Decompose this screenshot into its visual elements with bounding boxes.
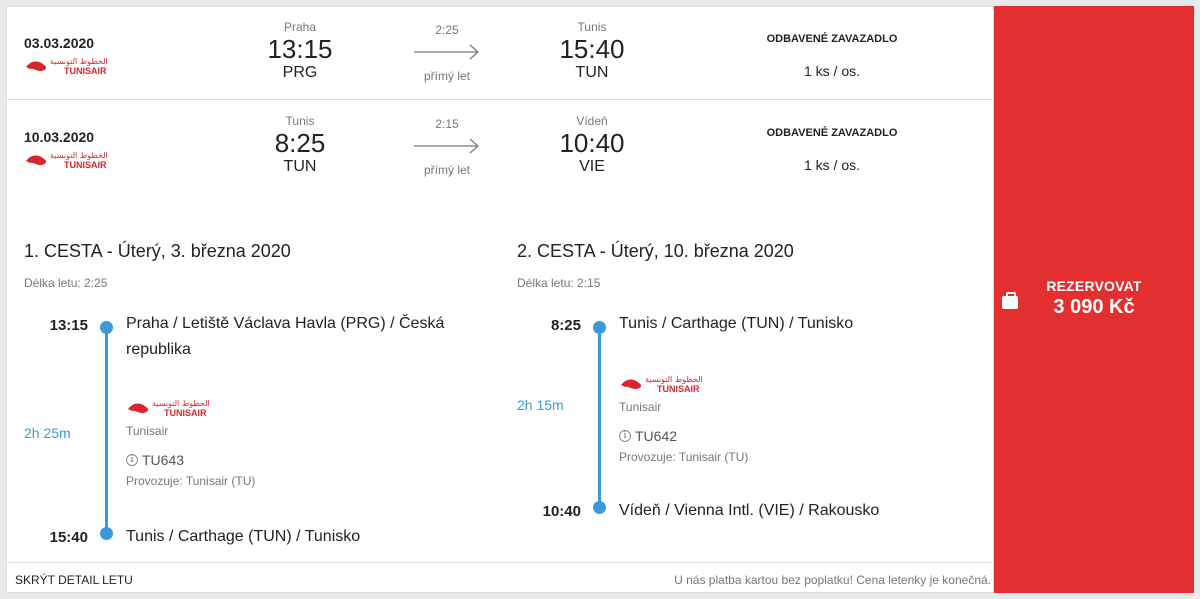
timeline-dot-departure [100,321,113,334]
duration-text: 2:15 [435,117,459,131]
svg-text:الخطوط التونسية: الخطوط التونسية [645,375,703,384]
tunisair-logo: الخطوط التونسية TUNISAIR [621,375,703,394]
arrival: Vídeň 10:40 VIE [537,114,647,176]
tunisair-logo: الخطوط التونسية TUNISAIR [128,399,210,418]
departure-city: Praha [283,20,317,34]
arrival-time: 15:40 [49,529,88,546]
departure-code: PRG [282,64,318,81]
trip-detail-2: 2. CESTA - Úterý, 10. března 2020 Délka … [517,241,997,290]
info-icon[interactable]: i [619,430,631,442]
trip-title: 1. CESTA - Úterý, 3. března 2020 [24,241,291,261]
timeline-2: 8:25 Tunis / Carthage (TUN) / Tunisko 2h… [517,315,977,522]
baggage-info: ODBAVENÉ ZAVAZADLO 1 ks / os. [747,127,917,173]
baggage-title: ODBAVENÉ ZAVAZADLO [766,127,898,139]
reserve-button[interactable]: REZERVOVAT 3 090 Kč [994,6,1194,593]
departure-place: Tunis / Carthage (TUN) / Tunisko [619,315,854,332]
arrow-right-icon [414,138,479,154]
arrival-code: TUN [575,64,609,81]
svg-text:الخطوط التونسية: الخطوط التونسية [50,151,108,160]
svg-text:TUNISAIR: TUNISAIR [64,66,107,76]
timeline-1: 13:15 Praha / Letiště Václava Havla (PRG… [24,315,484,547]
timeline-line [598,327,601,513]
svg-text:الخطوط التونسية: الخطوط التونسية [152,399,210,408]
flight-leg-return: 10.03.2020 الخطوط التونسية TUNISAIR Tuni… [7,101,995,194]
arrival-place: Tunis / Carthage (TUN) / Tunisko [126,528,361,545]
arrival: Tunis 15:40 TUN [537,20,647,82]
airline-info: الخطوط التونسية TUNISAIR Tunisair i TU64… [126,397,255,488]
departure-time: 13:15 [267,34,333,64]
departure-code: TUN [283,158,317,175]
departure-time: 8:25 [274,128,326,158]
departure-city: Tunis [285,114,315,128]
arrival-city: Tunis [577,20,607,34]
departure: Tunis 8:25 TUN [245,114,355,176]
card-footer: SKRÝT DETAIL LETU U nás platba kartou be… [7,562,995,593]
hide-detail-link[interactable]: SKRÝT DETAIL LETU [15,573,133,587]
svg-text:TUNISAIR: TUNISAIR [657,384,700,394]
svg-text:TUNISAIR: TUNISAIR [64,160,107,170]
departure-time: 8:25 [550,317,581,334]
flight-type: přímý let [423,69,470,83]
arrival-time: 10:40 [559,128,625,158]
departure-time: 13:15 [49,317,88,334]
flight-type: přímý let [423,163,470,177]
reserve-label: REZERVOVAT [1046,278,1142,294]
flight-duration: 2:15 přímý let [407,117,487,177]
trip-detail-1: 1. CESTA - Úterý, 3. března 2020 Délka l… [24,241,504,290]
baggage-value: 1 ks / os. [803,157,861,173]
timeline-dot-arrival [100,527,113,540]
flight-number-text: TU642 [635,428,678,444]
svg-text:الخطوط التونسية: الخطوط التونسية [50,57,108,66]
timeline-line [105,327,108,539]
leg-date: 03.03.2020 [24,35,95,51]
leg-date: 10.03.2020 [24,129,95,145]
flight-number-text: TU643 [142,452,185,468]
departure: Praha 13:15 PRG [245,20,355,82]
departure-place: Praha / Letiště Václava Havla (PRG) / Če… [126,315,445,358]
arrow-right-icon [414,44,479,60]
flight-card: 03.03.2020 الخطوط التونسية TUNISAIR Prah… [6,6,997,593]
timeline-dot-arrival [593,501,606,514]
tunisair-logo: الخطوط التونسية TUNISAIR [26,57,108,76]
duration-text: 2:25 [435,23,459,37]
info-icon[interactable]: i [126,454,138,466]
tunisair-logo: الخطوط التونسية TUNISAIR [26,151,108,170]
arrival-place: Vídeň / Vienna Intl. (VIE) / Rakousko [619,502,880,519]
airline-name: Tunisair [126,424,169,438]
airline-name: Tunisair [619,400,662,414]
baggage-title: ODBAVENÉ ZAVAZADLO [766,33,898,45]
flight-leg-outbound: 03.03.2020 الخطوط التونسية TUNISAIR Prah… [7,7,995,100]
duration-label: 2h 15m [517,397,564,413]
arrival-city: Vídeň [576,114,608,128]
operated-by: Provozuje: Tunisair (TU) [619,450,749,464]
trip-length: Délka letu: 2:25 [24,276,108,290]
duration-label: 2h 25m [24,425,71,441]
svg-text:TUNISAIR: TUNISAIR [164,408,207,418]
flight-duration: 2:25 přímý let [407,23,487,83]
operated-by: Provozuje: Tunisair (TU) [126,474,256,488]
price: 3 090 Kč [1053,296,1135,318]
trip-title: 2. CESTA - Úterý, 10. března 2020 [517,241,794,261]
airline-info: الخطوط التونسية TUNISAIR Tunisair i TU64… [619,373,748,464]
timeline-dot-departure [593,321,606,334]
arrival-time: 10:40 [542,503,581,520]
arrival-code: VIE [579,158,605,175]
trip-length: Délka letu: 2:15 [517,276,601,290]
flight-number: i TU643 [126,452,255,468]
baggage-value: 1 ks / os. [803,63,861,79]
arrival-time: 15:40 [559,34,625,64]
flight-number: i TU642 [619,428,748,444]
payment-note: U nás platba kartou bez poplatku! Cena l… [674,573,991,587]
baggage-info: ODBAVENÉ ZAVAZADLO 1 ks / os. [747,33,917,79]
